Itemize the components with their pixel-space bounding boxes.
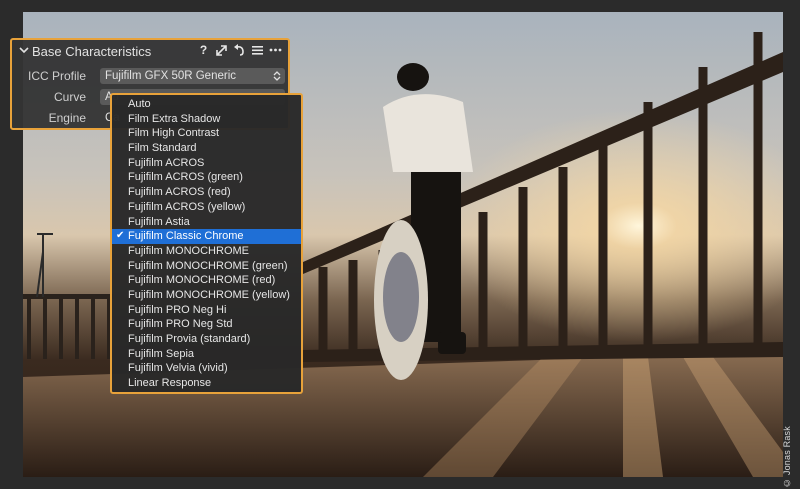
dropdown-option[interactable]: Fujifilm MONOCHROME (red)	[112, 273, 301, 288]
dropdown-option-label: Fujifilm Provia (standard)	[128, 333, 251, 345]
dropdown-option[interactable]: Film High Contrast	[112, 126, 301, 141]
expand-icon[interactable]	[215, 43, 228, 57]
panel-header: Base Characteristics ?	[12, 40, 288, 62]
dropdown-option[interactable]: Fujifilm MONOCHROME (green)	[112, 259, 301, 274]
panel-title: Base Characteristics	[32, 44, 152, 59]
dropdown-option[interactable]: Fujifilm ACROS (green)	[112, 170, 301, 185]
dropdown-option-label: Fujifilm ACROS (yellow)	[128, 200, 246, 213]
dropdown-option[interactable]: Fujifilm PRO Neg Std	[112, 317, 301, 332]
dropdown-option-label: Film High Contrast	[128, 127, 220, 140]
dropdown-option[interactable]: Fujifilm Sepia	[112, 347, 301, 362]
dropdown-option-label: Fujifilm MONOCHROME (green)	[128, 259, 288, 272]
dropdown-option-label: Fujifilm MONOCHROME (yellow)	[128, 288, 290, 301]
updown-chevron-icon	[273, 71, 281, 81]
dropdown-option[interactable]: Auto	[112, 97, 301, 112]
dropdown-option[interactable]: Fujifilm Provia (standard)	[112, 332, 301, 347]
dropdown-option-label: Fujifilm Astia	[128, 215, 190, 228]
icc-profile-label: ICC Profile	[27, 69, 86, 83]
help-icon[interactable]: ?	[197, 43, 210, 57]
dropdown-option[interactable]: Fujifilm ACROS	[112, 156, 301, 171]
reset-icon[interactable]	[233, 43, 246, 57]
dropdown-option[interactable]: Fujifilm ACROS (yellow)	[112, 200, 301, 215]
dropdown-option-label: Fujifilm MONOCHROME	[128, 244, 249, 257]
dropdown-option[interactable]: Fujifilm ACROS (red)	[112, 185, 301, 200]
curve-dropdown-menu: Auto Film Extra Shadow Film High Contrast F…	[110, 93, 303, 394]
dropdown-option-label: Fujifilm PRO Neg Std	[128, 318, 233, 331]
dropdown-option-label: Fujifilm Classic Chrome	[128, 230, 244, 243]
curve-label: Curve	[53, 90, 86, 104]
dropdown-option[interactable]: Fujifilm Astia	[112, 215, 301, 230]
icc-profile-value: Fujifilm GFX 50R Generic	[105, 70, 237, 82]
chevron-down-icon[interactable]	[18, 44, 30, 56]
dropdown-option-label: Fujifilm ACROS (red)	[128, 186, 231, 199]
dropdown-option-label: Fujifilm Sepia	[128, 347, 195, 360]
dropdown-option[interactable]: Linear Response	[112, 376, 301, 391]
panel-header-tools: ?	[197, 43, 282, 57]
dropdown-option[interactable]: Film Standard	[112, 141, 301, 156]
icc-profile-select[interactable]: Fujifilm GFX 50R Generic	[100, 68, 285, 84]
dropdown-option-label: Film Extra Shadow	[128, 112, 221, 125]
photo-credit: © Jonas Rask	[782, 426, 792, 488]
more-icon[interactable]	[269, 43, 282, 57]
checkmark-icon: ✔	[116, 230, 125, 242]
dropdown-option-label: Film Standard	[128, 142, 197, 155]
dropdown-option-label: Fujifilm MONOCHROME (red)	[128, 274, 276, 287]
dropdown-option-label: Fujifilm Velvia (vivid)	[128, 362, 228, 375]
dropdown-option-label: Linear Response	[128, 377, 212, 390]
dropdown-option-label: Fujifilm ACROS	[128, 156, 205, 169]
dropdown-option-label: Fujifilm PRO Neg Hi	[128, 303, 227, 316]
dropdown-option-label: Fujifilm ACROS (green)	[128, 171, 243, 184]
dropdown-option[interactable]: ✔ Fujifilm Classic Chrome	[112, 229, 301, 244]
dropdown-option-label: Auto	[128, 98, 151, 110]
engine-label: Engine	[48, 111, 86, 125]
dropdown-option[interactable]: Fujifilm PRO Neg Hi	[112, 303, 301, 318]
dropdown-option[interactable]: Fujifilm MONOCHROME	[112, 244, 301, 259]
dropdown-option[interactable]: Film Extra Shadow	[112, 112, 301, 127]
dropdown-option[interactable]: Fujifilm MONOCHROME (yellow)	[112, 288, 301, 303]
list-icon[interactable]	[251, 43, 264, 57]
dropdown-option[interactable]: Fujifilm Velvia (vivid)	[112, 361, 301, 376]
